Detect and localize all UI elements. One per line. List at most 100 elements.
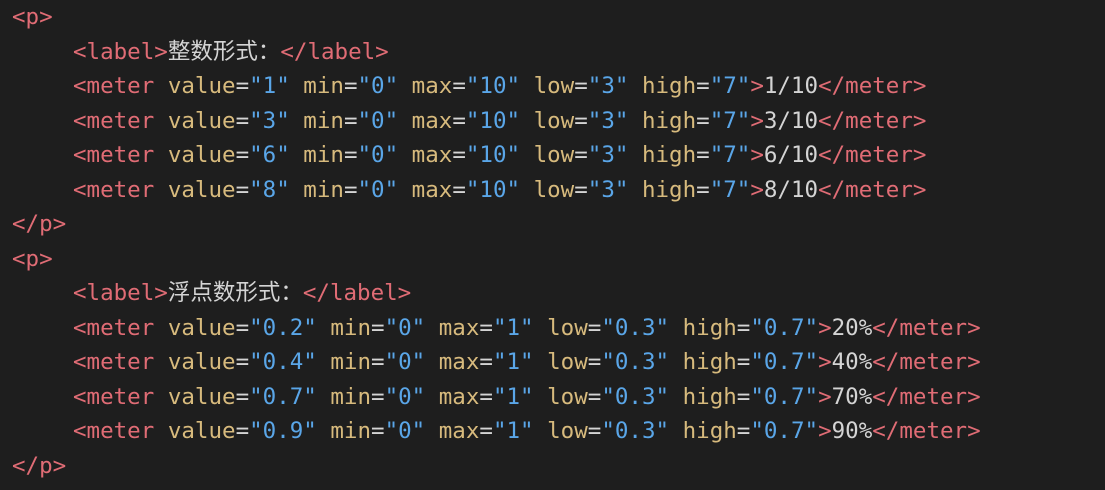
tag-name: meter xyxy=(86,383,155,410)
attr-value: "0.7" xyxy=(750,314,819,341)
tag-name: meter xyxy=(899,349,968,375)
attr-value: "0" xyxy=(384,383,426,410)
attr-value: "1" xyxy=(492,383,534,410)
meter-text: 1/10 xyxy=(763,73,819,99)
attr-value: "1" xyxy=(492,349,534,375)
attr-name: value xyxy=(167,73,236,99)
code-line-meter: <meter value="8" min="0" max="10" low="3… xyxy=(73,176,927,203)
attr-name: max xyxy=(438,314,480,341)
attr-name: value xyxy=(167,383,236,410)
code-line-meter: <meter value="0.9" min="0" max="1" low="… xyxy=(73,418,981,444)
tag-name: meter xyxy=(845,142,913,168)
code-line-label-float: <label>浮点数形式：</label> xyxy=(73,280,412,306)
attr-name: low xyxy=(547,383,588,410)
attr-name: max xyxy=(411,107,453,134)
attr-name: max xyxy=(411,142,453,168)
attr-value: "10" xyxy=(465,73,521,99)
attr-value: "0" xyxy=(357,73,399,99)
meter-text: 3/10 xyxy=(763,107,819,134)
attr-name: max xyxy=(438,383,480,410)
meter-text: 70% xyxy=(831,383,873,410)
attr-value: "10" xyxy=(465,142,521,168)
meter-text: 90% xyxy=(831,418,873,444)
attr-name: value xyxy=(167,349,236,375)
attr-name: high xyxy=(682,418,737,444)
attr-value: "0.7" xyxy=(750,383,819,410)
attr-value: "0" xyxy=(384,349,426,375)
attr-name: low xyxy=(547,314,588,341)
attr-value: "0.7" xyxy=(750,349,819,375)
attr-name: value xyxy=(167,107,236,134)
tag-name: p xyxy=(39,452,53,479)
attr-value: "0.2" xyxy=(249,314,317,341)
attr-name: value xyxy=(167,142,236,168)
label-text: 整数形式： xyxy=(167,38,281,65)
attr-value: "0" xyxy=(384,314,426,341)
attr-name: min xyxy=(303,107,344,134)
attr-value: "3" xyxy=(587,142,629,168)
tag-name: p xyxy=(25,245,40,272)
code-line-meter: <meter value="6" min="0" max="10" low="3… xyxy=(73,142,927,168)
tag-name: meter xyxy=(845,73,913,99)
attr-value: "0" xyxy=(384,418,426,444)
attr-value: "10" xyxy=(465,176,521,203)
attr-value: "0.7" xyxy=(249,383,317,410)
attr-name: max xyxy=(411,73,453,99)
attr-name: min xyxy=(330,418,372,444)
meter-text: 6/10 xyxy=(763,142,819,168)
code-editor[interactable]: <p> <label>整数形式：</label> <meter value="1… xyxy=(0,0,1105,490)
attr-value: "0.7" xyxy=(750,418,819,444)
attr-value: "7" xyxy=(709,176,751,203)
tag-name: meter xyxy=(86,142,155,168)
attr-name: value xyxy=(167,418,236,444)
tag-name: meter xyxy=(86,176,155,203)
attr-value: "3" xyxy=(587,73,629,99)
code-line-meter: <meter value="3" min="0" max="10" low="3… xyxy=(73,107,927,134)
attr-value: "3" xyxy=(587,176,629,203)
attr-value: "0.3" xyxy=(601,349,670,375)
attr-name: low xyxy=(547,418,588,444)
tag-name: meter xyxy=(899,383,968,410)
tag-name: meter xyxy=(86,314,155,341)
attr-name: high xyxy=(641,73,697,99)
attr-value: "1" xyxy=(492,418,534,444)
tag-name: label xyxy=(86,280,155,306)
attr-name: min xyxy=(330,314,372,341)
attr-name: min xyxy=(303,176,344,203)
attr-value: "0.4" xyxy=(249,349,317,375)
label-text: 浮点数形式： xyxy=(167,280,303,306)
code-line-meter: <meter value="0.7" min="0" max="1" low="… xyxy=(73,383,981,410)
meter-text: 8/10 xyxy=(763,176,819,203)
meter-text: 20% xyxy=(831,314,873,341)
attr-name: min xyxy=(303,73,344,99)
attr-name: high xyxy=(682,383,737,410)
code-line-p-close-2: </p> xyxy=(12,452,67,479)
attr-value: "0" xyxy=(357,142,399,168)
attr-name: high xyxy=(641,107,697,134)
attr-name: high xyxy=(641,176,697,203)
attr-value: "10" xyxy=(465,107,521,134)
tag-name: meter xyxy=(86,418,155,444)
code-line-meter: <meter value="1" min="0" max="10" low="3… xyxy=(73,73,927,99)
attr-value: "0.9" xyxy=(249,418,317,444)
attr-value: "0" xyxy=(357,176,399,203)
tag-name: meter xyxy=(86,73,155,99)
attr-value: "7" xyxy=(709,73,751,99)
attr-value: "0.3" xyxy=(601,383,670,410)
attr-value: "7" xyxy=(709,142,751,168)
code-line-meter: <meter value="0.4" min="0" max="1" low="… xyxy=(73,349,981,375)
tag-name: meter xyxy=(899,418,968,444)
meter-text: 40% xyxy=(831,349,873,375)
attr-value: "0.3" xyxy=(601,418,670,444)
attr-value: "6" xyxy=(249,142,290,168)
tag-name: label xyxy=(329,280,398,306)
attr-value: "0" xyxy=(357,107,399,134)
tag-name: meter xyxy=(86,349,155,375)
attr-name: high xyxy=(641,142,697,168)
attr-name: value xyxy=(167,314,236,341)
attr-value: "8" xyxy=(249,176,290,203)
tag-name: meter xyxy=(899,314,968,341)
attr-value: "1" xyxy=(249,73,290,99)
attr-name: high xyxy=(682,314,737,341)
attr-value: "3" xyxy=(587,107,629,134)
